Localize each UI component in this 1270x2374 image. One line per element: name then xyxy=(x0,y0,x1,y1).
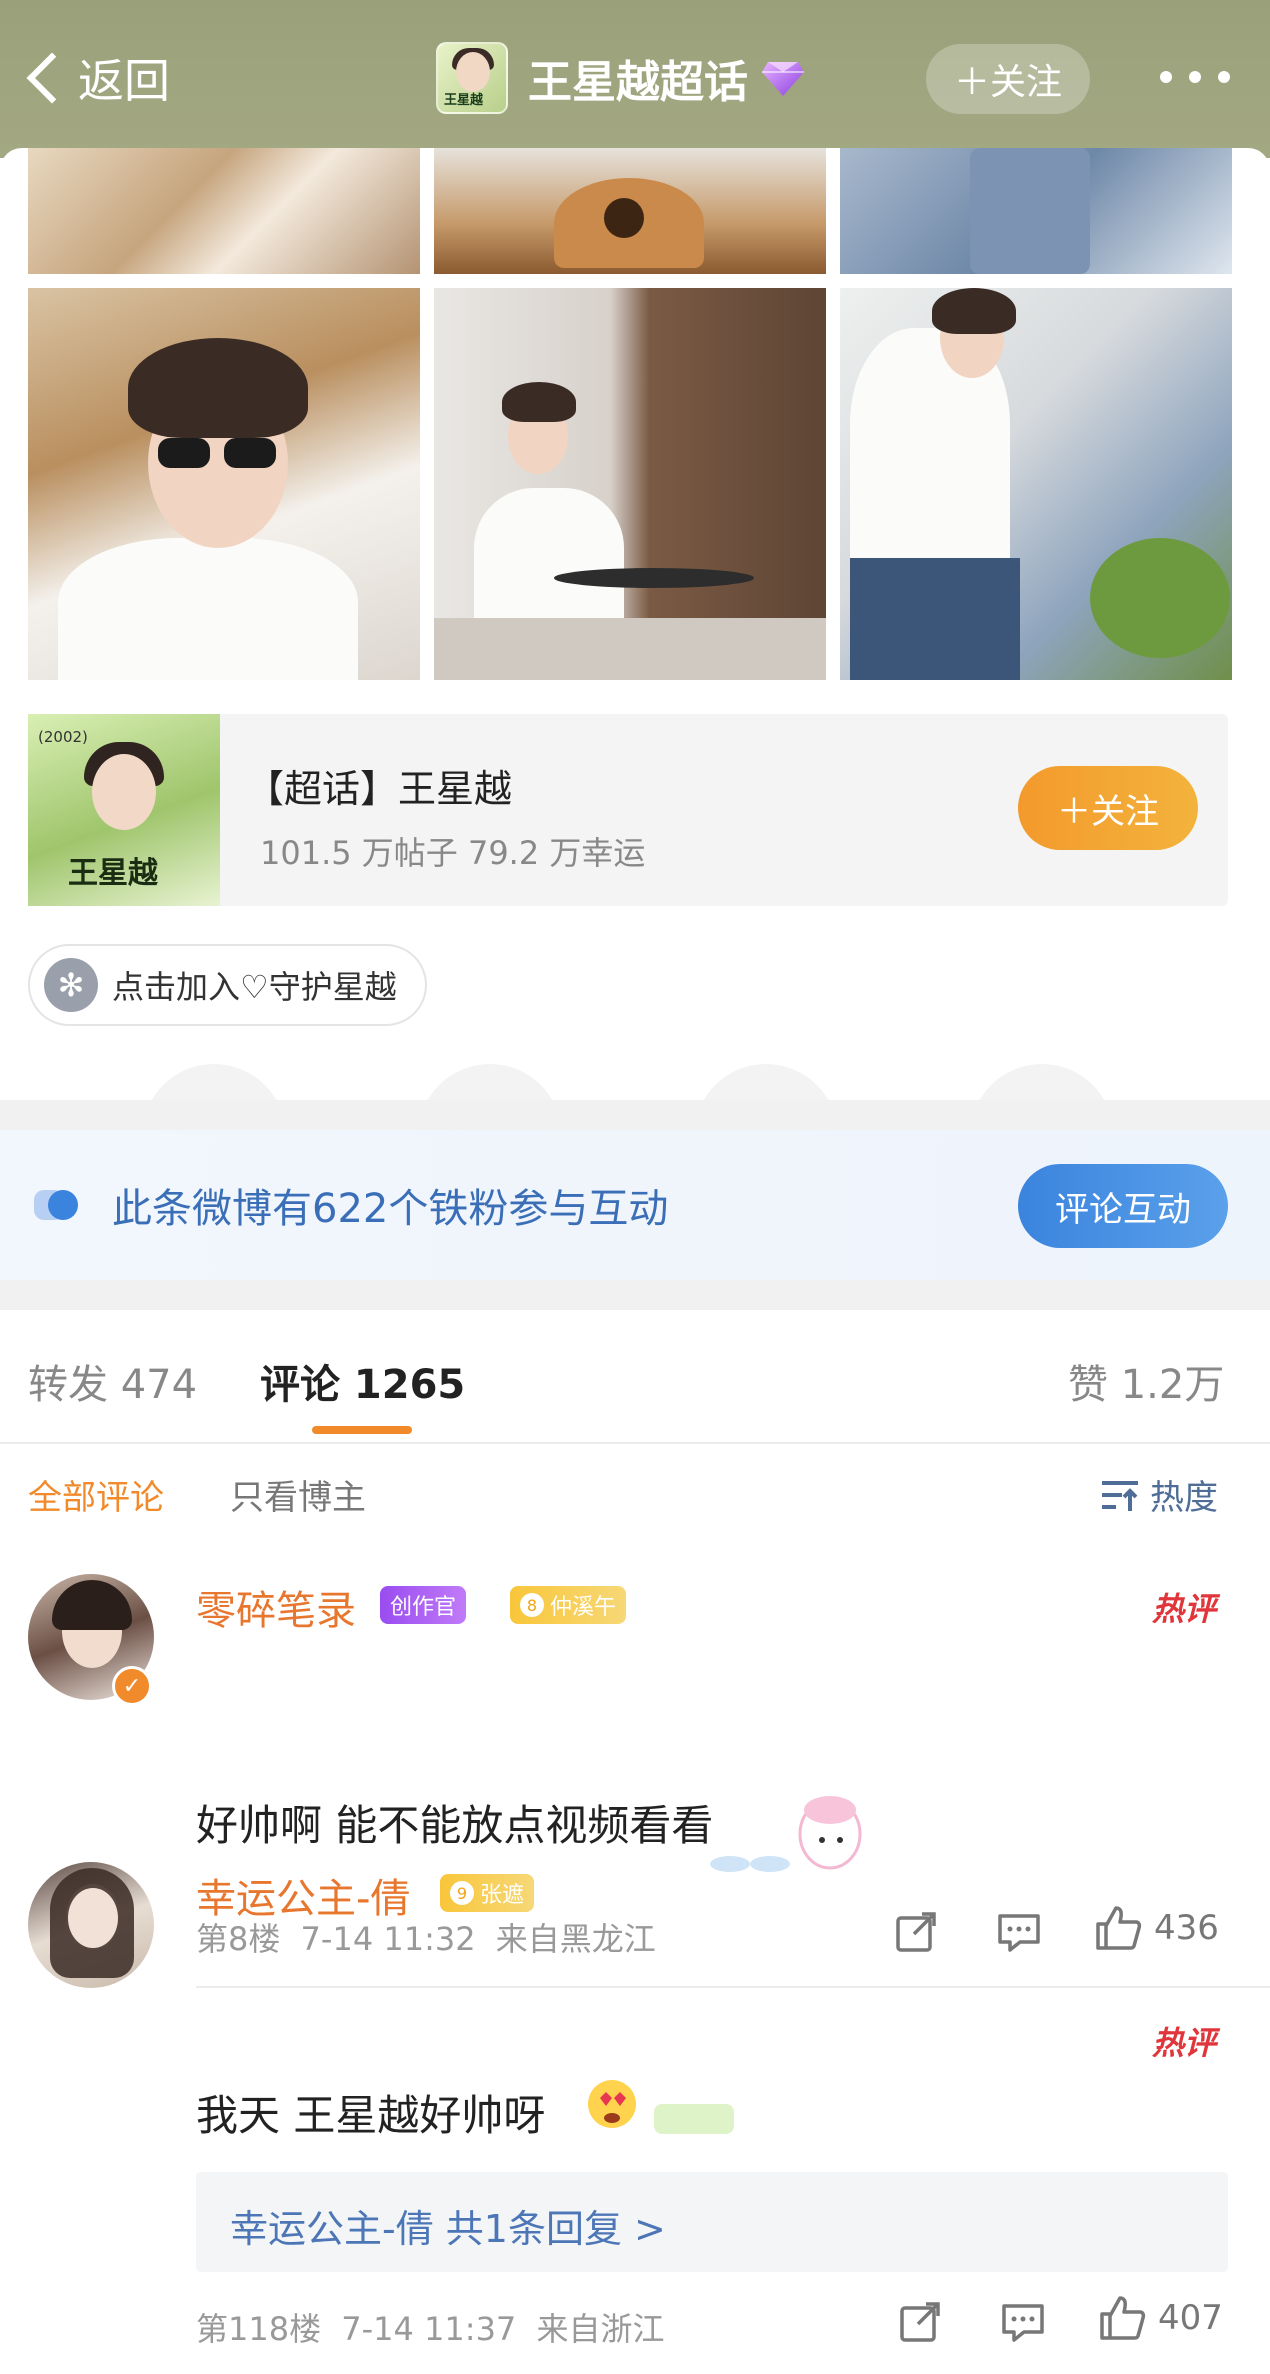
interaction-tabs: 转发 474 评论 1265 赞 1.2万 xyxy=(0,1310,1270,1444)
fan-level-number: 8 xyxy=(520,1593,544,1617)
fan-banner-text: 此条微博有622个铁粉参与互动 xyxy=(112,1186,669,1232)
sort-icon xyxy=(1102,1480,1138,1511)
filter-all-comments[interactable]: 全部评论 xyxy=(28,1470,164,1519)
comment-interact-button[interactable]: 评论互动 xyxy=(1018,1164,1228,1248)
post-photo-2[interactable] xyxy=(434,148,826,274)
like-comment-button[interactable]: 436 xyxy=(1094,1904,1219,1952)
active-tab-indicator xyxy=(312,1426,412,1434)
post-photo-5[interactable] xyxy=(434,288,826,680)
join-guard-button[interactable]: 点击加入♡守护星越 xyxy=(28,944,427,1026)
comment-time: 7-14 11:37 xyxy=(341,2310,517,2348)
creator-badge: 创作官 xyxy=(380,1586,467,1624)
back-label: 返回 xyxy=(78,54,170,108)
commenter-name[interactable]: 幸运公主-倩 xyxy=(196,1866,410,1924)
filter-owner-only[interactable]: 只看博主 xyxy=(230,1470,366,1519)
post-photo-1[interactable] xyxy=(28,148,420,274)
replies-summary-text: 幸运公主-倩 共1条回复 > xyxy=(230,2207,666,2251)
fan-level-number: 9 xyxy=(450,1881,474,1905)
replies-summary[interactable]: 幸运公主-倩 共1条回复 > xyxy=(196,2172,1228,2272)
tab-like[interactable]: 赞 1.2万 xyxy=(1068,1352,1224,1410)
diamond-icon xyxy=(762,62,804,96)
cover-name: 王星越 xyxy=(68,856,158,891)
hot-comment-tag: 热评 xyxy=(1152,2024,1217,2062)
commenter-avatar[interactable] xyxy=(28,1862,154,1988)
more-options-icon[interactable] xyxy=(1160,62,1230,92)
join-guard-label: 点击加入♡守护星越 xyxy=(112,968,397,1006)
super-topic-cover: (2002) 王星越 xyxy=(28,714,220,906)
comment-time: 7-14 11:32 xyxy=(300,1920,476,1958)
section-divider xyxy=(0,1280,1270,1310)
post-photo-6[interactable] xyxy=(840,288,1232,680)
comment-floor: 第8楼 xyxy=(196,1920,281,1958)
like-comment-button[interactable]: 407 xyxy=(1098,2294,1223,2342)
melody-sticker-icon xyxy=(710,1796,862,1872)
thumbs-up-icon xyxy=(1100,2296,1146,2340)
title-text: 王星越超话 xyxy=(528,57,748,108)
fan-level-badge: 8 仲溪午 xyxy=(510,1586,627,1624)
page-title[interactable]: 王星越 王星越超话 xyxy=(436,40,806,116)
post-photo-3[interactable] xyxy=(840,148,1232,274)
commenter-name[interactable]: 零碎笔录 xyxy=(196,1578,356,1636)
fan-level-name: 张遮 xyxy=(480,1883,525,1908)
tab-comment[interactable]: 评论 1265 xyxy=(260,1352,465,1410)
share-comment-icon[interactable] xyxy=(894,1910,938,1954)
super-topic-stats: 101.5 万帖子 79.2 万幸运 xyxy=(260,834,646,872)
verified-badge-icon: ✓ xyxy=(112,1666,152,1706)
super-topic-card[interactable]: (2002) 王星越 【超话】王星越 101.5 万帖子 79.2 万幸运 ＋关… xyxy=(28,714,1228,906)
fan-interaction-banner[interactable]: 此条微博有622个铁粉参与互动 评论互动 xyxy=(0,1130,1270,1280)
avatar-caption: 王星越 xyxy=(444,93,484,108)
reply-comment-icon[interactable] xyxy=(1000,2300,1046,2344)
post-photo-4[interactable] xyxy=(28,288,420,680)
top-nav-bar: 返回 王星越 王星越超话 ＋关注 xyxy=(0,0,1270,158)
comment-text: 好帅啊 能不能放点视频看看 xyxy=(196,1801,714,1850)
cover-year: (2002) xyxy=(38,728,88,746)
sort-label: 热度 xyxy=(1150,1478,1218,1518)
comment-meta: 第118楼 7-14 11:37 来自浙江 xyxy=(196,2304,664,2350)
comment-location: 来自浙江 xyxy=(536,2310,665,2348)
super-topic-title: 【超话】王星越 xyxy=(246,767,513,811)
section-divider xyxy=(0,1100,1270,1130)
share-comment-icon[interactable] xyxy=(898,2300,942,2344)
fan-banner-icon xyxy=(34,1190,78,1220)
chevron-left-icon xyxy=(26,52,78,104)
topic-follow-button[interactable]: ＋关注 xyxy=(1018,766,1198,850)
comment-divider xyxy=(196,1986,1270,1988)
tab-repost[interactable]: 转发 474 xyxy=(28,1352,197,1410)
comment-floor: 第118楼 xyxy=(196,2310,322,2348)
like-count: 436 xyxy=(1154,1908,1219,1948)
fan-level-badge: 9 张遮 xyxy=(440,1874,535,1912)
comment-filter-bar: 全部评论 只看博主 热度 xyxy=(0,1446,1270,1542)
topic-avatar: 王星越 xyxy=(436,42,508,114)
sort-by-heat-button[interactable]: 热度 xyxy=(1100,1470,1218,1519)
heart-eyes-emoji-icon xyxy=(588,2080,734,2134)
back-button[interactable]: 返回 xyxy=(18,38,170,118)
fan-level-name: 仲溪午 xyxy=(550,1595,617,1620)
flower-icon xyxy=(44,958,98,1012)
like-count: 407 xyxy=(1158,2298,1223,2338)
hot-comment-tag: 热评 xyxy=(1152,1590,1217,1628)
header-follow-button[interactable]: ＋关注 xyxy=(926,44,1090,114)
thumbs-up-icon xyxy=(1096,1906,1142,1950)
creator-badge-label: 创作官 xyxy=(390,1595,457,1620)
comment-location: 来自黑龙江 xyxy=(495,1920,656,1958)
comment-text: 我天 王星越好帅呀 xyxy=(196,2091,546,2140)
reply-comment-icon[interactable] xyxy=(996,1910,1042,1954)
